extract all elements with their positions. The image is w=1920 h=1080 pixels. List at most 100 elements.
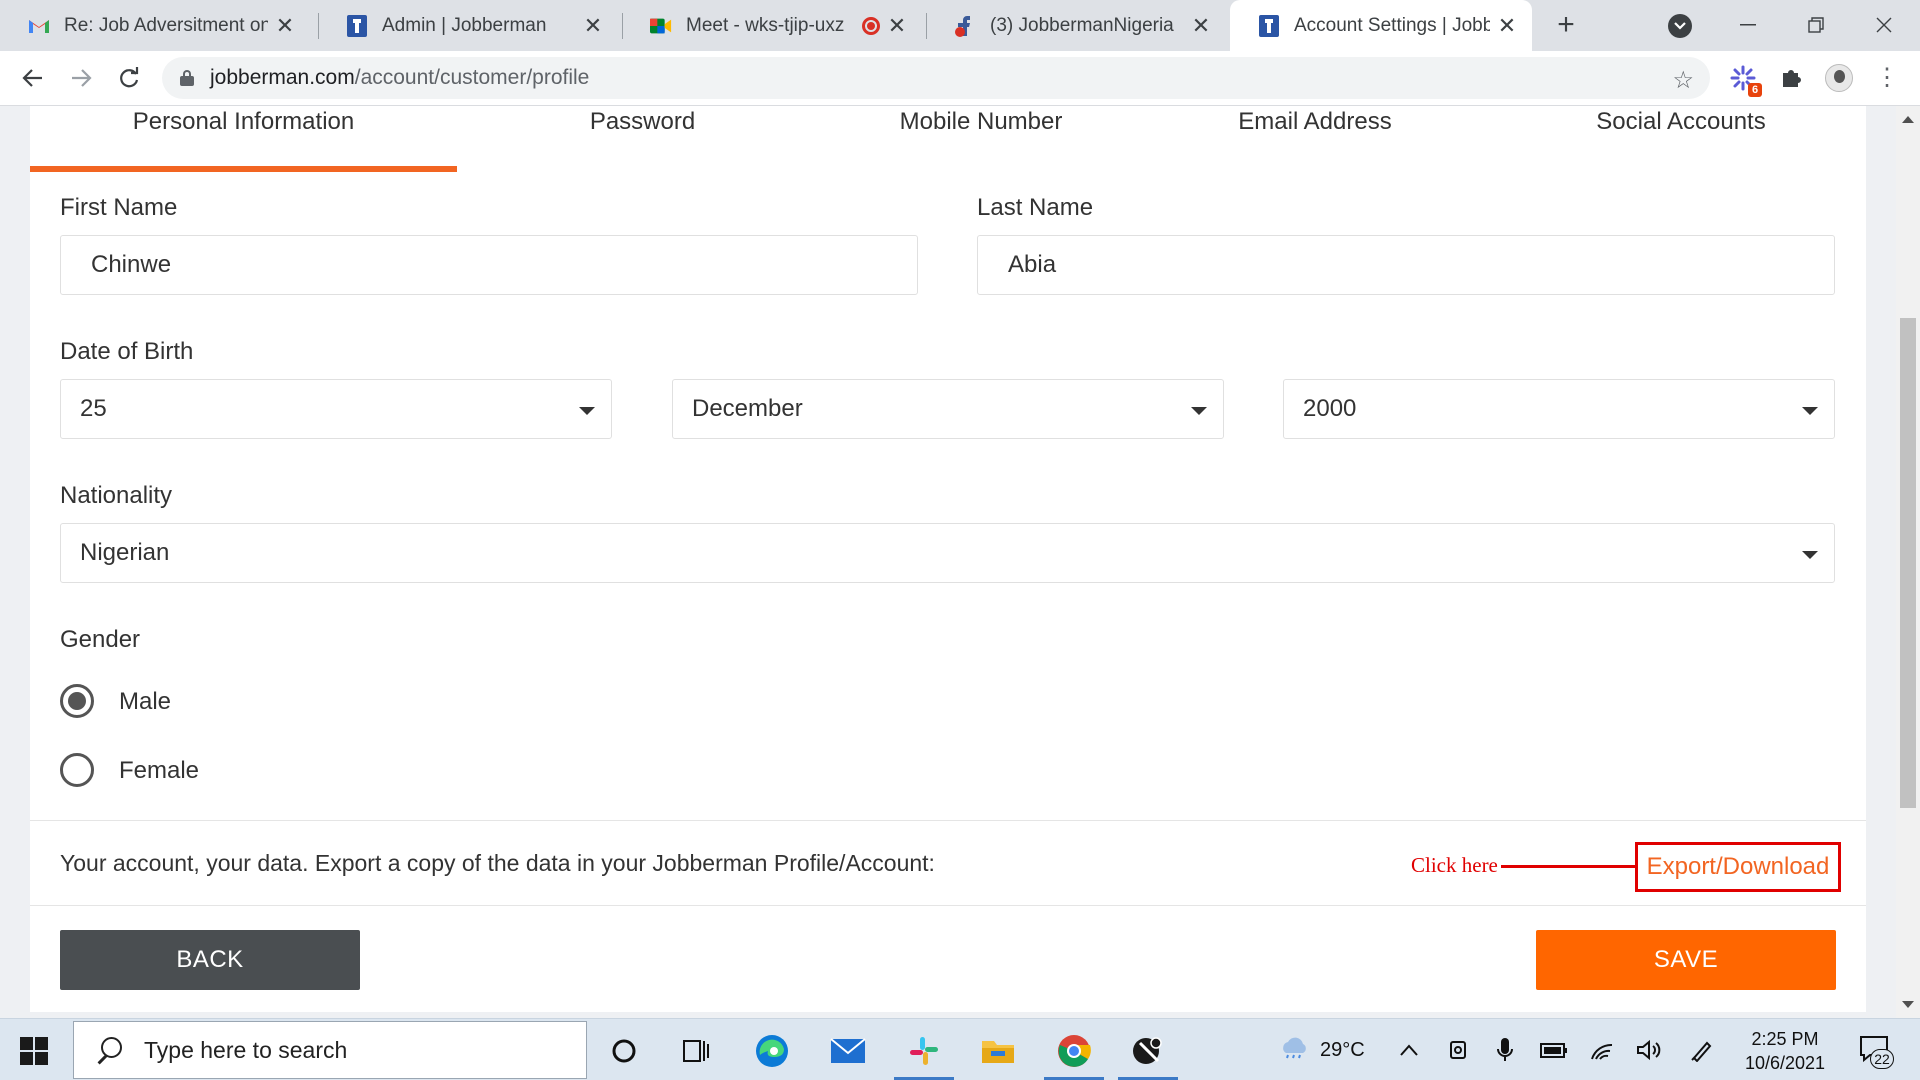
weather-widget[interactable]: 29°C <box>1278 1019 1365 1080</box>
browser-tab-strip: Re: Job Adversitment on N ✕ Admin | Jobb… <box>0 0 1920 51</box>
back-arrow-icon[interactable] <box>18 63 48 93</box>
forward-arrow-icon[interactable] <box>66 63 96 93</box>
tab-title: Re: Job Adversitment on N <box>64 14 268 36</box>
window-close-icon[interactable] <box>1864 8 1904 42</box>
first-name-input[interactable]: Chinwe <box>60 235 918 295</box>
tab-title: Admin | Jobberman <box>382 14 547 36</box>
close-icon[interactable]: ✕ <box>1190 13 1212 38</box>
date-of-birth-label: Date of Birth <box>60 338 194 365</box>
menu-kebab-icon[interactable]: ⋮ <box>1872 63 1902 93</box>
url-text: jobberman.com/account/customer/profile <box>210 66 590 89</box>
battery-icon[interactable] <box>1540 1019 1568 1080</box>
divider <box>30 820 1866 821</box>
minimize-icon[interactable] <box>1728 8 1768 42</box>
microphone-icon[interactable] <box>1496 1019 1514 1080</box>
address-bar[interactable]: jobberman.com/account/customer/profile ☆ <box>162 57 1710 99</box>
puzzle-icon[interactable] <box>1776 63 1806 93</box>
gender-male-radio[interactable] <box>60 684 94 718</box>
dob-month-select[interactable]: December <box>672 379 1224 439</box>
scroll-thumb[interactable] <box>1900 318 1916 808</box>
taskbar-search-box[interactable]: Type here to search <box>73 1021 587 1079</box>
volume-icon[interactable] <box>1636 1019 1662 1080</box>
page-scrollbar[interactable] <box>1896 106 1920 1018</box>
tab-personal-information[interactable]: Personal Information <box>30 106 457 172</box>
chevron-up-icon[interactable] <box>1400 1019 1418 1080</box>
mail-icon[interactable] <box>828 1031 868 1071</box>
edge-icon[interactable] <box>752 1031 792 1071</box>
annotation-arrow <box>1501 865 1653 868</box>
tab-title: (3) JobbermanNigeria <box>990 14 1174 36</box>
dob-year-select[interactable]: 2000 <box>1283 379 1835 439</box>
tab-social-accounts[interactable]: Social Accounts <box>1496 106 1866 166</box>
caret-down-icon <box>1802 551 1818 559</box>
browser-tab-meet[interactable]: Meet - wks-tjip-uxz ✕ <box>622 0 922 51</box>
first-name-value: Chinwe <box>91 251 172 278</box>
gender-female-label[interactable]: Female <box>119 757 199 785</box>
pen-icon[interactable] <box>1690 1019 1714 1080</box>
screen-recorder-icon[interactable] <box>1128 1031 1168 1071</box>
nationality-label: Nationality <box>60 482 173 509</box>
dob-year-value: 2000 <box>1303 395 1357 422</box>
bookmark-star-icon[interactable]: ☆ <box>1672 66 1694 95</box>
divider <box>30 905 1866 906</box>
scroll-down-arrow-icon[interactable] <box>1902 1001 1914 1008</box>
windows-start-icon[interactable] <box>20 1037 48 1065</box>
back-button[interactable]: BACK <box>60 930 360 990</box>
gender-label: Gender <box>60 626 141 653</box>
slack-icon[interactable] <box>904 1031 944 1071</box>
extension-badge: 6 <box>1748 83 1762 97</box>
tab-title: Account Settings | Jobberr <box>1294 14 1490 36</box>
save-button[interactable]: SAVE <box>1536 930 1836 990</box>
tab-search-icon[interactable] <box>1668 14 1692 38</box>
notification-center-icon[interactable]: 22 <box>1858 1033 1894 1069</box>
dob-day-select[interactable]: 25 <box>60 379 612 439</box>
scroll-up-arrow-icon[interactable] <box>1902 116 1914 123</box>
restore-icon[interactable] <box>1796 8 1836 42</box>
profile-avatar[interactable] <box>1824 63 1854 93</box>
google-meet-icon <box>650 15 672 37</box>
browser-tab-gmail[interactable]: Re: Job Adversitment on N ✕ <box>0 0 310 51</box>
browser-tab-facebook[interactable]: (3) JobbermanNigeria ✕ <box>926 0 1226 51</box>
task-view-icon[interactable] <box>676 1031 716 1071</box>
file-explorer-icon[interactable] <box>978 1031 1018 1071</box>
close-icon[interactable]: ✕ <box>274 13 296 38</box>
gender-female-radio[interactable] <box>60 753 94 787</box>
recording-icon <box>862 16 880 35</box>
export-download-link[interactable]: Export/Download <box>1635 842 1841 892</box>
chrome-icon[interactable] <box>1054 1031 1094 1071</box>
jobberman-icon <box>346 14 368 37</box>
last-name-label: Last Name <box>977 194 1094 221</box>
page-content: Personal Information Password Mobile Num… <box>0 106 1920 1018</box>
meet-tray-icon[interactable] <box>1448 1019 1470 1080</box>
clock-date: 10/6/2021 <box>1744 1053 1826 1073</box>
profile-card: Personal Information Password Mobile Num… <box>30 106 1866 1012</box>
taskbar-clock[interactable]: 2:25 PM 10/6/2021 <box>1730 1027 1840 1075</box>
close-icon[interactable]: ✕ <box>582 13 604 38</box>
last-name-value: Abia <box>1008 251 1057 278</box>
reload-icon[interactable] <box>114 63 144 93</box>
new-tab-icon[interactable]: + <box>1551 10 1581 40</box>
tab-mobile-number[interactable]: Mobile Number <box>828 106 1134 166</box>
dob-day-value: 25 <box>80 395 107 422</box>
close-icon[interactable]: ✕ <box>886 13 908 38</box>
search-icon <box>94 1035 124 1065</box>
close-icon[interactable]: ✕ <box>1496 13 1518 38</box>
lock-icon <box>180 70 194 86</box>
extension-icon[interactable]: 6 <box>1728 63 1762 97</box>
caret-down-icon <box>1191 407 1207 415</box>
last-name-input[interactable]: Abia <box>977 235 1835 295</box>
browser-tab-account-settings[interactable]: Account Settings | Jobberr ✕ <box>1230 0 1532 51</box>
first-name-label: First Name <box>60 194 178 221</box>
cortana-icon[interactable] <box>604 1031 644 1071</box>
caret-down-icon <box>579 407 595 415</box>
clock-time: 2:25 PM <box>1751 1029 1819 1049</box>
wifi-icon[interactable] <box>1590 1019 1614 1080</box>
tab-email-address[interactable]: Email Address <box>1134 106 1496 166</box>
tab-title: Meet - wks-tjip-uxz <box>686 14 845 36</box>
search-placeholder: Type here to search <box>144 1036 348 1063</box>
browser-tab-admin[interactable]: Admin | Jobberman ✕ <box>318 0 618 51</box>
tab-password[interactable]: Password <box>457 106 828 166</box>
nationality-select[interactable]: Nigerian <box>60 523 1835 583</box>
windows-taskbar: Type here to search 29°C 2:25 PM 10/6/20… <box>0 1018 1920 1080</box>
gender-male-label[interactable]: Male <box>119 688 171 716</box>
